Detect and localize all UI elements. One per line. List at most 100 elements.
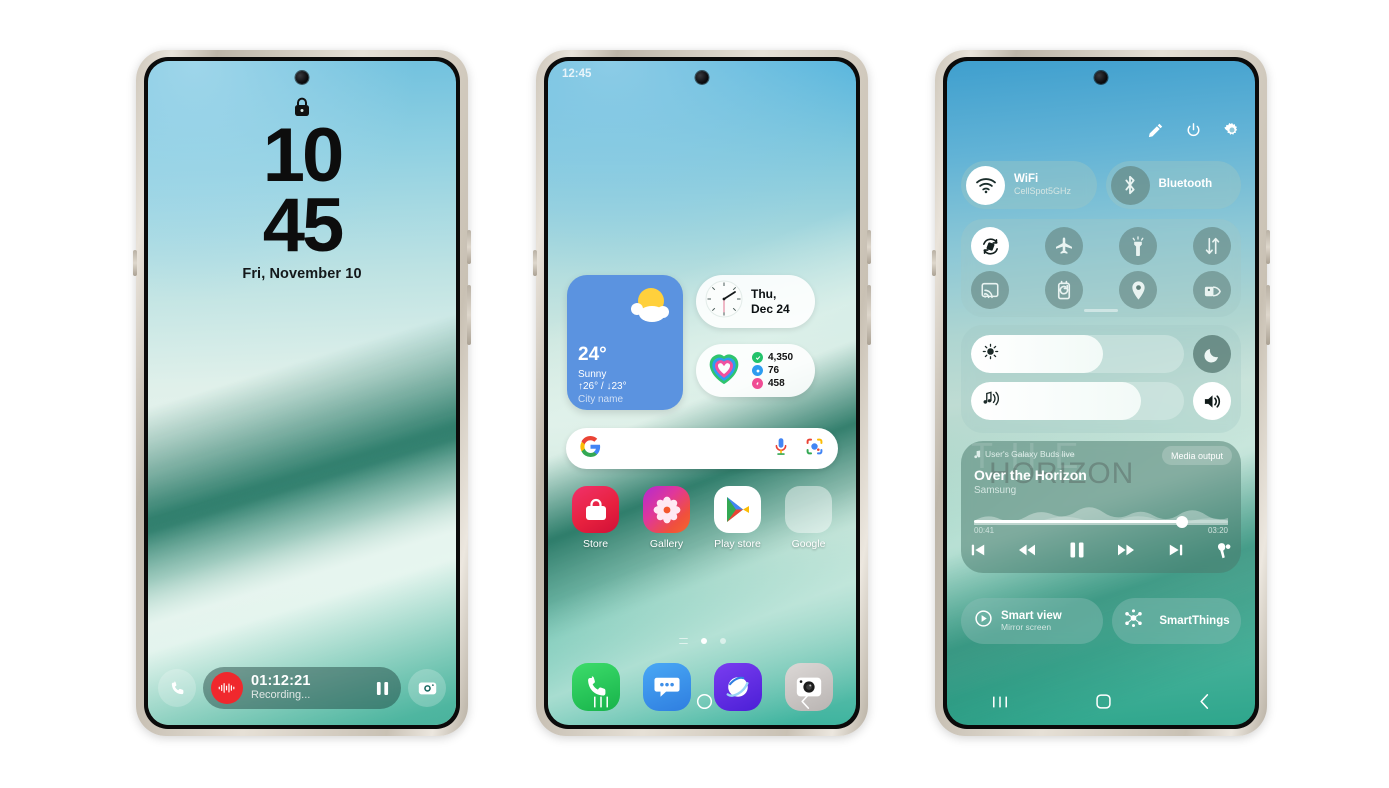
health-value-water: 76: [768, 365, 780, 376]
media-volume-icon: [982, 390, 1002, 413]
media-progress-knob[interactable]: [1176, 515, 1189, 528]
quick-settings-bottom-row: Smart view Mirror screen SmartThings: [961, 598, 1241, 644]
bluetooth-toggle[interactable]: Bluetooth: [1105, 161, 1241, 209]
volume-slider-row: [971, 382, 1231, 420]
bluetooth-title: Bluetooth: [1158, 178, 1213, 191]
page-dot-widgets[interactable]: [678, 638, 688, 644]
phone-home-screen: 12:45 24° Sunny ↑26° / ↓23° City name Th…: [533, 50, 871, 736]
battery-saver-icon[interactable]: [1045, 271, 1083, 309]
media-track-title: Over the Horizon: [974, 467, 1087, 483]
page-dot-active[interactable]: [700, 638, 707, 644]
calories-icon: [752, 378, 763, 389]
smart-view-button[interactable]: Smart view Mirror screen: [961, 598, 1103, 644]
google-lens-icon[interactable]: [805, 437, 824, 461]
recording-notification-pill[interactable]: 01:12:21 Recording...: [203, 667, 401, 709]
weather-city: City name: [578, 394, 624, 405]
media-controls: [970, 541, 1232, 564]
home-icon[interactable]: [1095, 693, 1112, 715]
skip-previous-icon[interactable]: [970, 542, 986, 563]
media-time-total: 03:20: [1207, 526, 1228, 535]
brightness-slider[interactable]: [971, 335, 1184, 373]
app-store[interactable]: Store: [565, 486, 627, 550]
front-camera-punch-hole: [295, 71, 309, 84]
lockscreen-minute: 45: [262, 182, 345, 268]
app-label: Store: [582, 538, 609, 550]
panel-drag-handle[interactable]: [1084, 309, 1118, 312]
clock-widget[interactable]: Thu, Dec 24: [696, 275, 815, 328]
recording-status-label: Recording...: [251, 688, 311, 701]
media-output-button[interactable]: Media output: [1161, 446, 1232, 465]
navigation-bar: [548, 689, 856, 719]
pause-icon[interactable]: [1069, 541, 1085, 564]
app-play-store[interactable]: Play store: [707, 486, 769, 550]
connection-toggles-row: WiFi CellSpot5GHz Bluetooth: [961, 161, 1241, 209]
microphone-icon[interactable]: [773, 437, 789, 461]
lockscreen-clock: 10 45: [148, 118, 456, 268]
app-gallery[interactable]: Gallery: [636, 486, 698, 550]
location-icon[interactable]: [1119, 271, 1157, 309]
app-label: Gallery: [649, 538, 684, 550]
skip-next-icon[interactable]: [1168, 542, 1184, 563]
dolby-atmos-icon[interactable]: [1193, 271, 1231, 309]
wifi-toggle[interactable]: WiFi CellSpot5GHz: [961, 161, 1097, 209]
power-icon[interactable]: [1185, 122, 1202, 144]
tile-row-2: [971, 271, 1231, 309]
smart-view-title: Smart view: [1001, 609, 1062, 622]
weather-widget[interactable]: 24° Sunny ↑26° / ↓23° City name: [567, 275, 683, 410]
airplane-mode-icon[interactable]: [1045, 227, 1083, 265]
wifi-icon: [966, 165, 1005, 205]
health-widget[interactable]: 4,350 76 458: [696, 344, 815, 397]
recents-icon[interactable]: [591, 694, 611, 715]
back-icon[interactable]: [1197, 693, 1212, 715]
voice-recorder-icon: [211, 672, 243, 704]
google-search-bar[interactable]: [566, 428, 838, 469]
fast-forward-icon[interactable]: [1117, 542, 1135, 563]
health-row-water: 76: [752, 365, 793, 376]
speaker-icon[interactable]: [1193, 382, 1231, 420]
home-icon[interactable]: [696, 693, 713, 715]
google-folder-icon: [785, 486, 832, 533]
smart-view-subtitle: Mirror screen: [1001, 621, 1052, 632]
media-track-artist: Samsung: [974, 485, 1017, 496]
weather-condition: Sunny: [578, 369, 607, 380]
page-dot[interactable]: [719, 638, 726, 644]
wifi-title: WiFi: [1014, 173, 1039, 186]
media-output-device: User's Galaxy Buds live: [974, 449, 1075, 459]
gallery-icon: [643, 486, 690, 533]
auto-rotate-icon[interactable]: [971, 227, 1009, 265]
smart-view-cast-icon[interactable]: [971, 271, 1009, 309]
phone-shortcut-button[interactable]: [158, 669, 196, 707]
flashlight-icon[interactable]: [1119, 227, 1157, 265]
phone-mockups-stage: 10 45 Fri, November 10 01:12:21 Recordin…: [0, 0, 1389, 788]
music-note-icon: [974, 449, 981, 458]
app-label: Google: [791, 538, 826, 550]
lockscreen-bottom-bar: 01:12:21 Recording...: [158, 667, 446, 709]
recents-icon[interactable]: [990, 694, 1010, 715]
smartthings-button[interactable]: SmartThings: [1112, 598, 1241, 644]
brightness-icon: [982, 343, 999, 365]
health-value-steps: 4,350: [768, 352, 794, 363]
settings-gear-icon[interactable]: [1223, 121, 1241, 144]
quick-settings-tile-grid: [961, 219, 1241, 317]
earbuds-icon[interactable]: [1216, 542, 1232, 564]
camera-shortcut-button[interactable]: [408, 669, 446, 707]
navigation-bar: [947, 689, 1255, 719]
rewind-icon[interactable]: [1018, 542, 1036, 563]
brightness-slider-row: [971, 335, 1231, 373]
volume-slider[interactable]: [971, 382, 1184, 420]
media-progress-bar[interactable]: [974, 515, 1228, 528]
back-icon[interactable]: [798, 693, 813, 715]
mobile-data-icon[interactable]: [1193, 227, 1231, 265]
galaxy-store-icon: [572, 486, 619, 533]
pause-icon[interactable]: [371, 681, 393, 696]
clock-widget-weekday: Thu,: [751, 287, 777, 302]
health-row-calories: 458: [752, 378, 793, 389]
activity-rings-icon: [703, 348, 745, 393]
edit-pencil-icon[interactable]: [1147, 122, 1164, 144]
lockscreen-date: Fri, November 10: [242, 266, 362, 282]
weather-high-low: ↑26° / ↓23°: [578, 381, 627, 392]
dark-mode-moon-icon[interactable]: [1193, 335, 1231, 373]
health-row-steps: 4,350: [752, 352, 793, 363]
phone-lock-screen: 10 45 Fri, November 10 01:12:21 Recordin…: [133, 50, 471, 736]
app-google-folder[interactable]: Google: [778, 486, 840, 550]
